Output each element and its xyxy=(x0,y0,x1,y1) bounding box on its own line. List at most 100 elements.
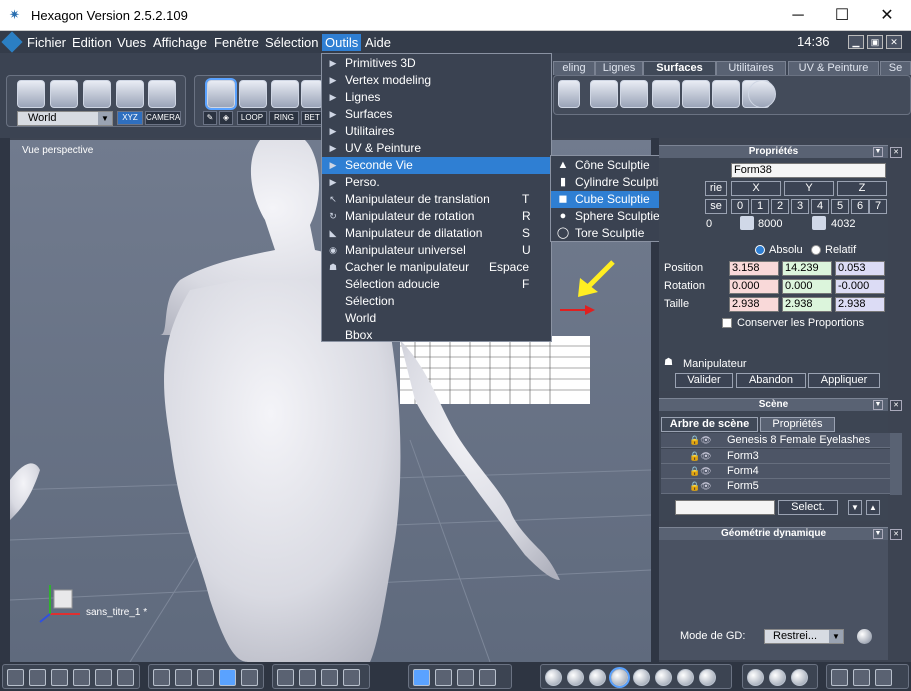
light-sphere-icon[interactable] xyxy=(677,669,694,686)
surface-revolve-icon[interactable] xyxy=(558,80,580,108)
world-select[interactable]: World ▼ xyxy=(17,111,113,126)
edge-mode-icon[interactable] xyxy=(271,80,299,108)
menu-item-manipulateur-dilatation[interactable]: ◣ Manipulateur de dilatation S xyxy=(322,225,551,242)
paint-select-icon[interactable] xyxy=(83,80,111,108)
loop-button[interactable]: LOOP xyxy=(237,111,267,125)
tools-icon[interactable] xyxy=(435,669,452,686)
panel-menu-icon[interactable]: ▼ xyxy=(873,400,883,410)
tab-seconde-vie[interactable]: Se xyxy=(880,61,911,75)
xyz-button[interactable]: XYZ xyxy=(117,111,143,125)
material-icon[interactable] xyxy=(791,669,808,686)
menu-item-primitives-3d[interactable]: ▶ Primitives 3D xyxy=(322,55,551,72)
pan-icon[interactable] xyxy=(299,669,316,686)
shadow-sphere-icon[interactable] xyxy=(655,669,672,686)
menu-item-selection-adoucie[interactable]: Sélection adoucie F xyxy=(322,276,551,293)
smooth-sphere-icon[interactable] xyxy=(589,669,606,686)
menu-selection[interactable]: Sélection xyxy=(262,34,321,51)
rotation-x-field[interactable]: 0.000 xyxy=(729,279,779,294)
fit-view-icon[interactable] xyxy=(277,669,294,686)
taille-z-field[interactable]: 2.938 xyxy=(835,297,885,312)
level-6-button[interactable]: 6 xyxy=(851,199,869,214)
menu-item-seconde-vie[interactable]: ▶ Seconde Vie xyxy=(322,157,551,174)
scene-row[interactable]: 🔒👁 Form5 xyxy=(661,479,890,494)
grid-plane-icon[interactable] xyxy=(241,669,258,686)
vertex-mode-icon[interactable] xyxy=(301,80,323,108)
properties-close-icon[interactable]: ✕ xyxy=(890,147,902,158)
level-2-button[interactable]: 2 xyxy=(771,199,789,214)
menu-item-world[interactable]: World xyxy=(322,310,551,327)
axis-x-button[interactable]: X xyxy=(731,181,781,196)
snap-icon[interactable] xyxy=(457,669,474,686)
mdi-close-icon[interactable]: ✕ xyxy=(886,35,902,49)
absolu-radio[interactable] xyxy=(755,245,765,255)
material-icon[interactable] xyxy=(747,669,764,686)
position-x-field[interactable]: 3.158 xyxy=(729,261,779,276)
scene-row[interactable]: 🔒👁 Genesis 8 Female Eyelashes xyxy=(661,433,890,448)
mdi-restore-icon[interactable]: ▣ xyxy=(867,35,883,49)
camera-button[interactable]: CAMERA xyxy=(145,111,181,125)
lasso-icon[interactable] xyxy=(50,80,78,108)
menu-item-bbox[interactable]: Bbox xyxy=(322,327,551,344)
between-button[interactable]: BET xyxy=(301,111,323,125)
level-7-button[interactable]: 7 xyxy=(869,199,887,214)
lock-eye-icon[interactable]: 🔒👁 xyxy=(689,433,712,447)
menu-item-manipulateur-rotation[interactable]: ↻ Manipulateur de rotation R xyxy=(322,208,551,225)
extrude-surface-icon[interactable] xyxy=(620,80,648,108)
paint-icon[interactable]: ◈ xyxy=(219,111,233,125)
sphere-icon[interactable] xyxy=(857,629,872,644)
menu-item-lignes[interactable]: ▶ Lignes xyxy=(322,89,551,106)
skin-surface-icon[interactable] xyxy=(652,80,680,108)
menu-affichage[interactable]: Affichage xyxy=(150,34,210,51)
level-4-button[interactable]: 4 xyxy=(811,199,829,214)
select-arrow-icon[interactable] xyxy=(17,80,45,108)
menu-item-vertex-modeling[interactable]: ▶ Vertex modeling xyxy=(322,72,551,89)
level-1-button[interactable]: 1 xyxy=(751,199,769,214)
rotation-y-field[interactable]: 0.000 xyxy=(782,279,832,294)
level-3-button[interactable]: 3 xyxy=(791,199,809,214)
menu-item-perso[interactable]: ▶ Perso. xyxy=(322,174,551,191)
mode-gd-select[interactable]: Restrei... ▼ xyxy=(764,629,844,644)
menu-item-cacher-manipulateur[interactable]: ☗ Cacher le manipulateur Espace xyxy=(322,259,551,276)
position-y-field[interactable]: 14.239 xyxy=(782,261,832,276)
object-name-field[interactable]: Form38 xyxy=(731,163,886,178)
minimize-button[interactable]: ─ xyxy=(775,0,821,31)
layout-triple-icon[interactable] xyxy=(117,669,134,686)
lock-eye-icon[interactable]: 🔒👁 xyxy=(689,464,712,478)
menu-item-utilitaires[interactable]: ▶ Utilitaires xyxy=(322,123,551,140)
scene-close-icon[interactable]: ✕ xyxy=(890,400,902,411)
menu-fenetre[interactable]: Fenêtre xyxy=(211,34,262,51)
panel-menu-icon[interactable]: ▼ xyxy=(873,147,883,157)
menu-item-selection[interactable]: Sélection xyxy=(322,293,551,310)
maximize-button[interactable]: ☐ xyxy=(819,0,865,31)
shield-surface-icon[interactable] xyxy=(590,80,618,108)
grid-toggle-icon[interactable] xyxy=(153,669,170,686)
scene-row[interactable]: 🔒👁 Form3 xyxy=(661,449,890,464)
chevron-up-icon[interactable]: ▲ xyxy=(866,500,880,515)
face-mode-icon[interactable] xyxy=(239,80,267,108)
material-icon[interactable] xyxy=(769,669,786,686)
shaded-sphere-icon[interactable] xyxy=(611,669,628,686)
textured-sphere-icon[interactable] xyxy=(633,669,650,686)
cube-display-icon[interactable] xyxy=(853,669,870,686)
left-dock-strip[interactable] xyxy=(0,138,10,662)
ring-button[interactable]: RING xyxy=(269,111,299,125)
eye-icon[interactable] xyxy=(343,669,360,686)
lock-eye-icon[interactable]: 🔒👁 xyxy=(689,479,712,493)
cube-display-icon[interactable] xyxy=(875,669,892,686)
layout-triple-icon[interactable] xyxy=(95,669,112,686)
appliquer-button[interactable]: Appliquer xyxy=(808,373,880,388)
axis-z-button[interactable]: Z xyxy=(837,181,887,196)
rotation-z-field[interactable]: -0.000 xyxy=(835,279,885,294)
grid-color-icon[interactable] xyxy=(175,669,192,686)
magnet-icon[interactable] xyxy=(116,80,144,108)
dropdown-arrow-icon[interactable] xyxy=(479,669,496,686)
menu-item-manipulateur-translation[interactable]: ↖ Manipulateur de translation T xyxy=(322,191,551,208)
panel-menu-icon[interactable]: ▼ xyxy=(873,529,883,539)
layout-quad-icon[interactable] xyxy=(73,669,90,686)
scene-row[interactable]: 🔒👁 Form4 xyxy=(661,464,890,479)
relatif-radio[interactable] xyxy=(811,245,821,255)
cube-display-icon[interactable] xyxy=(831,669,848,686)
valider-button[interactable]: Valider xyxy=(675,373,733,388)
select-button[interactable]: Select. xyxy=(778,500,838,515)
taille-x-field[interactable]: 2.938 xyxy=(729,297,779,312)
